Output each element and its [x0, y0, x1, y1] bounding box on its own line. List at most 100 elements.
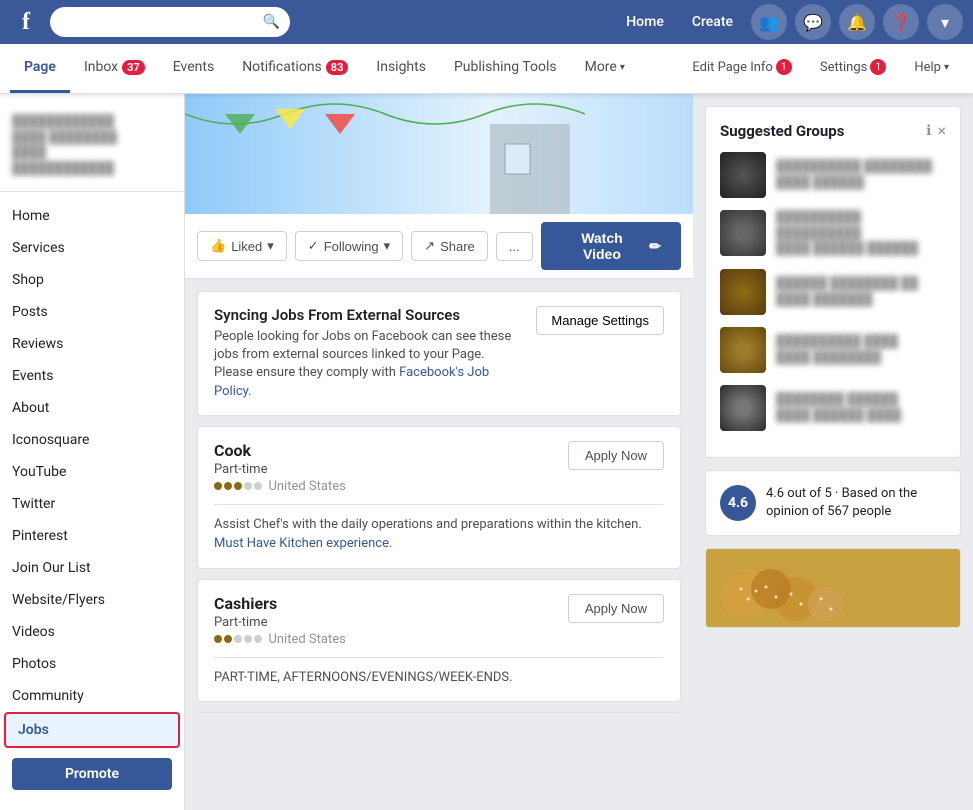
- sidebar-item-events[interactable]: Events: [0, 360, 184, 392]
- job-card-header: Cashiers Part-time United States: [214, 594, 664, 647]
- action-bar: 👍 Liked ▾ ✓ Following ▾ ↗ Share ... Watc…: [185, 214, 693, 279]
- search-bar[interactable]: 🔍: [50, 7, 290, 37]
- search-icon: 🔍: [263, 14, 280, 30]
- right-sidebar: Suggested Groups ℹ × ██████████ ████████…: [693, 94, 973, 810]
- sidebar-item-photos[interactable]: Photos: [0, 648, 184, 680]
- main-wrapper: ████████████████ ████████████ ██████████…: [0, 94, 973, 810]
- group-meta: ████ ███████: [776, 292, 946, 308]
- sync-banner-description: People looking for Jobs on Facebook can …: [214, 328, 524, 401]
- people-icon[interactable]: 👥: [751, 4, 787, 40]
- pencil-icon: ✏: [649, 238, 661, 255]
- group-avatar: [720, 327, 766, 373]
- more-actions-button[interactable]: ...: [496, 232, 533, 261]
- edit-page-info-btn[interactable]: Edit Page Info 1: [678, 44, 806, 93]
- facebook-logo[interactable]: f: [10, 6, 42, 38]
- more-chevron-icon: ▾: [620, 62, 625, 73]
- messenger-icon[interactable]: 💬: [795, 4, 831, 40]
- cover-image: [185, 94, 693, 214]
- location-dots: [214, 482, 262, 490]
- help-btn[interactable]: Help ▾: [900, 44, 963, 93]
- job-type: Part-time: [214, 462, 346, 477]
- settings-btn[interactable]: Settings 1: [806, 44, 900, 93]
- sidebar-item-pinterest[interactable]: Pinterest: [0, 520, 184, 552]
- chevron-down-icon[interactable]: ▾: [927, 4, 963, 40]
- job-card-deli: Deli Associate Part-time United States: [197, 712, 681, 713]
- sidebar-item-shop[interactable]: Shop: [0, 264, 184, 296]
- group-name: ████████ ██████: [776, 392, 946, 408]
- sidebar-item-about[interactable]: About: [0, 392, 184, 424]
- sidebar-item-community[interactable]: Community: [0, 680, 184, 712]
- sidebar-item-videos[interactable]: Videos: [0, 616, 184, 648]
- sync-banner: Syncing Jobs From External Sources Peopl…: [197, 291, 681, 416]
- group-avatar: [720, 269, 766, 315]
- notifications-badge: 83: [326, 60, 349, 75]
- food-image: [706, 549, 960, 628]
- page-nav-right: Edit Page Info 1 Settings 1 Help ▾: [678, 44, 963, 93]
- job-location: United States: [214, 632, 346, 647]
- rating-circle: 4.6: [720, 485, 756, 521]
- edit-page-badge: 1: [776, 59, 792, 75]
- suggested-group-item: ██████ ████████ ██ ████ ███████: [720, 269, 946, 315]
- sidebar-item-iconosquare[interactable]: Iconosquare: [0, 424, 184, 456]
- tab-insights[interactable]: Insights: [362, 44, 440, 93]
- settings-badge: 1: [870, 59, 886, 75]
- tab-events[interactable]: Events: [159, 44, 228, 93]
- suggested-groups-panel: Suggested Groups ℹ × ██████████ ████████…: [705, 106, 961, 458]
- apply-now-button-cook[interactable]: Apply Now: [568, 441, 664, 470]
- must-have-link[interactable]: Must Have Kitchen experience.: [214, 536, 392, 551]
- group-name: ██████████ ████: [776, 334, 946, 350]
- watch-video-button[interactable]: Watch Video ✏: [541, 222, 681, 270]
- sidebar-item-services[interactable]: Services: [0, 232, 184, 264]
- apply-now-button-cashiers[interactable]: Apply Now: [568, 594, 664, 623]
- food-image-box: [705, 548, 961, 628]
- tab-notifications[interactable]: Notifications 83: [228, 44, 362, 93]
- sidebar-item-join-our-list[interactable]: Join Our List: [0, 552, 184, 584]
- suggested-group-item: ██████████ ████ ████ ████████: [720, 327, 946, 373]
- group-name: ██████████ ████████: [776, 159, 946, 175]
- search-input[interactable]: [60, 15, 257, 30]
- nav-right: Home Create 👥 💬 🔔 ❓ ▾: [616, 4, 963, 40]
- tab-publishing-tools[interactable]: Publishing Tools: [440, 44, 571, 93]
- job-description: PART-TIME, AFTERNOONS/EVENINGS/WEEK-ENDS…: [214, 668, 664, 688]
- info-icon: ℹ: [926, 123, 931, 139]
- sidebar-page-info: ████████████████ ████████████ ██████████…: [0, 104, 184, 192]
- group-name: ██████████ ██████████: [776, 210, 946, 241]
- job-info: Cashiers Part-time United States: [214, 594, 346, 647]
- job-card-cook: Cook Part-time United States: [197, 426, 681, 569]
- promote-button[interactable]: Promote: [12, 758, 172, 790]
- suggested-groups-title: Suggested Groups: [720, 122, 844, 140]
- page-navigation: Page Inbox 37 Events Notifications 83 In…: [0, 44, 973, 94]
- sidebar-item-twitter[interactable]: Twitter: [0, 488, 184, 520]
- sidebar-item-home[interactable]: Home: [0, 200, 184, 232]
- group-meta: ████ ████████: [776, 350, 946, 366]
- suggested-group-item: ████████ ██████ ████ ██████ ████: [720, 385, 946, 431]
- manage-settings-button[interactable]: Manage Settings: [536, 306, 664, 335]
- nav-home-link[interactable]: Home: [616, 8, 674, 36]
- sidebar-page-name: ████████████████ ████████████: [12, 114, 172, 161]
- liked-chevron-icon: ▾: [267, 238, 274, 254]
- sidebar-item-reviews[interactable]: Reviews: [0, 328, 184, 360]
- close-icon[interactable]: ×: [937, 121, 946, 140]
- inbox-badge: 37: [122, 60, 145, 75]
- rating-text: 4.6 out of 5 · Based on the opinion of 5…: [766, 485, 946, 521]
- share-button[interactable]: ↗ Share: [411, 231, 488, 261]
- bell-icon[interactable]: 🔔: [839, 4, 875, 40]
- tab-page[interactable]: Page: [10, 44, 70, 93]
- sidebar-item-youtube[interactable]: YouTube: [0, 456, 184, 488]
- sidebar-item-posts[interactable]: Posts: [0, 296, 184, 328]
- sync-banner-title: Syncing Jobs From External Sources: [214, 306, 524, 324]
- rating-box: 4.6 4.6 out of 5 · Based on the opinion …: [705, 470, 961, 536]
- tab-inbox[interactable]: Inbox 37: [70, 44, 159, 93]
- group-info: ██████████ ████ ████ ████████: [776, 334, 946, 365]
- liked-button[interactable]: 👍 Liked ▾: [197, 231, 287, 261]
- top-navigation: f 🔍 Home Create 👥 💬 🔔 ❓ ▾: [0, 0, 973, 44]
- job-title: Cashiers: [214, 594, 346, 613]
- nav-create-link[interactable]: Create: [682, 8, 743, 36]
- sidebar-item-website-flyers[interactable]: Website/Flyers: [0, 584, 184, 616]
- group-info: ██████████ ████████ ████ ██████: [776, 159, 946, 190]
- following-button[interactable]: ✓ Following ▾: [295, 231, 403, 261]
- tab-more[interactable]: More ▾: [571, 44, 639, 93]
- question-icon[interactable]: ❓: [883, 4, 919, 40]
- cover-photo-inner: [185, 94, 693, 214]
- group-avatar: [720, 152, 766, 198]
